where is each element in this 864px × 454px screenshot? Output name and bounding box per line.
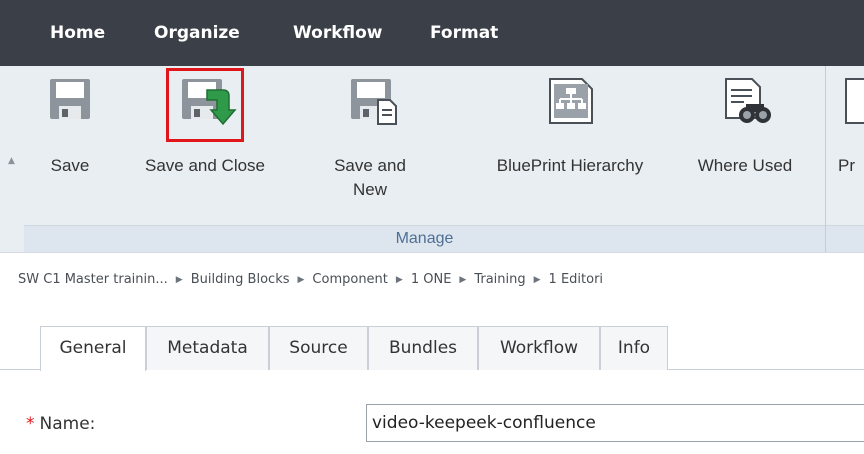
breadcrumb-item-component[interactable]: Component bbox=[312, 272, 387, 287]
tab-metadata[interactable]: Metadata bbox=[146, 326, 269, 370]
ribbon: ▲ Save Save and Close Save and New BlueP… bbox=[0, 66, 864, 253]
ribbon-group-label: Manage bbox=[24, 225, 825, 252]
save-icon bbox=[47, 76, 93, 122]
name-label-text: Name: bbox=[39, 414, 96, 434]
save-and-new-label: Save and New bbox=[320, 154, 420, 202]
highlight-box bbox=[166, 68, 244, 142]
blueprint-hierarchy-button[interactable]: BluePrint Hierarchy bbox=[470, 66, 670, 224]
breadcrumb-separator-icon: ▶ bbox=[533, 275, 541, 285]
breadcrumb-separator-icon: ▶ bbox=[297, 275, 305, 285]
menu-tab-format[interactable]: Format bbox=[430, 0, 498, 66]
menu-tab-workflow[interactable]: Workflow bbox=[293, 0, 383, 66]
breadcrumb-item-1-one[interactable]: 1 ONE bbox=[411, 272, 452, 287]
menu-tab-organize[interactable]: Organize bbox=[154, 0, 240, 66]
tab-bundles[interactable]: Bundles bbox=[368, 326, 478, 370]
partial-next-label: Pr bbox=[838, 156, 855, 175]
save-and-new-label-line1: Save and bbox=[334, 156, 406, 175]
breadcrumb-item-building-blocks[interactable]: Building Blocks bbox=[191, 272, 290, 287]
save-and-close-label: Save and Close bbox=[144, 156, 266, 175]
where-used-button[interactable]: Where Used bbox=[680, 66, 810, 224]
save-and-new-button[interactable]: Save and New bbox=[320, 66, 420, 224]
save-label: Save bbox=[50, 156, 90, 175]
name-input[interactable]: video-keepeek-confluence bbox=[366, 404, 864, 442]
save-button[interactable]: Save bbox=[40, 66, 100, 224]
breadcrumb-item-editorial[interactable]: 1 Editori bbox=[549, 272, 604, 287]
ribbon-group-footer-next bbox=[826, 225, 864, 252]
breadcrumb-item-publication[interactable]: SW C1 Master trainin... bbox=[18, 272, 168, 287]
save-and-new-icon bbox=[348, 76, 400, 125]
breadcrumb-separator-icon: ▶ bbox=[175, 275, 183, 285]
required-marker: * bbox=[26, 414, 35, 434]
tab-bar: General Metadata Source Bundles Workflow… bbox=[0, 326, 864, 371]
tab-source[interactable]: Source bbox=[269, 326, 368, 370]
menu-bar: Home Organize Workflow Format bbox=[0, 0, 864, 66]
where-used-label: Where Used bbox=[697, 156, 793, 175]
breadcrumb: SW C1 Master trainin... ▶ Building Blocks ▶… bbox=[18, 272, 603, 294]
breadcrumb-separator-icon: ▶ bbox=[459, 275, 467, 285]
save-and-new-label-line2: New bbox=[352, 180, 387, 199]
name-field-label: * Name: bbox=[26, 414, 95, 434]
blueprint-hierarchy-icon bbox=[546, 76, 596, 124]
tab-general[interactable]: General bbox=[40, 326, 146, 371]
ribbon-scroll-left-icon[interactable]: ▲ bbox=[8, 156, 15, 166]
breadcrumb-separator-icon: ▶ bbox=[395, 275, 403, 285]
blueprint-hierarchy-label: BluePrint Hierarchy bbox=[496, 156, 644, 175]
breadcrumb-item-training[interactable]: Training bbox=[474, 272, 525, 287]
where-used-icon bbox=[722, 76, 772, 123]
menu-tab-home[interactable]: Home bbox=[50, 0, 105, 66]
partial-next-button[interactable]: Pr bbox=[834, 66, 864, 224]
tab-info[interactable]: Info bbox=[600, 326, 668, 370]
partial-document-icon bbox=[842, 76, 864, 124]
tab-workflow[interactable]: Workflow bbox=[478, 326, 600, 370]
